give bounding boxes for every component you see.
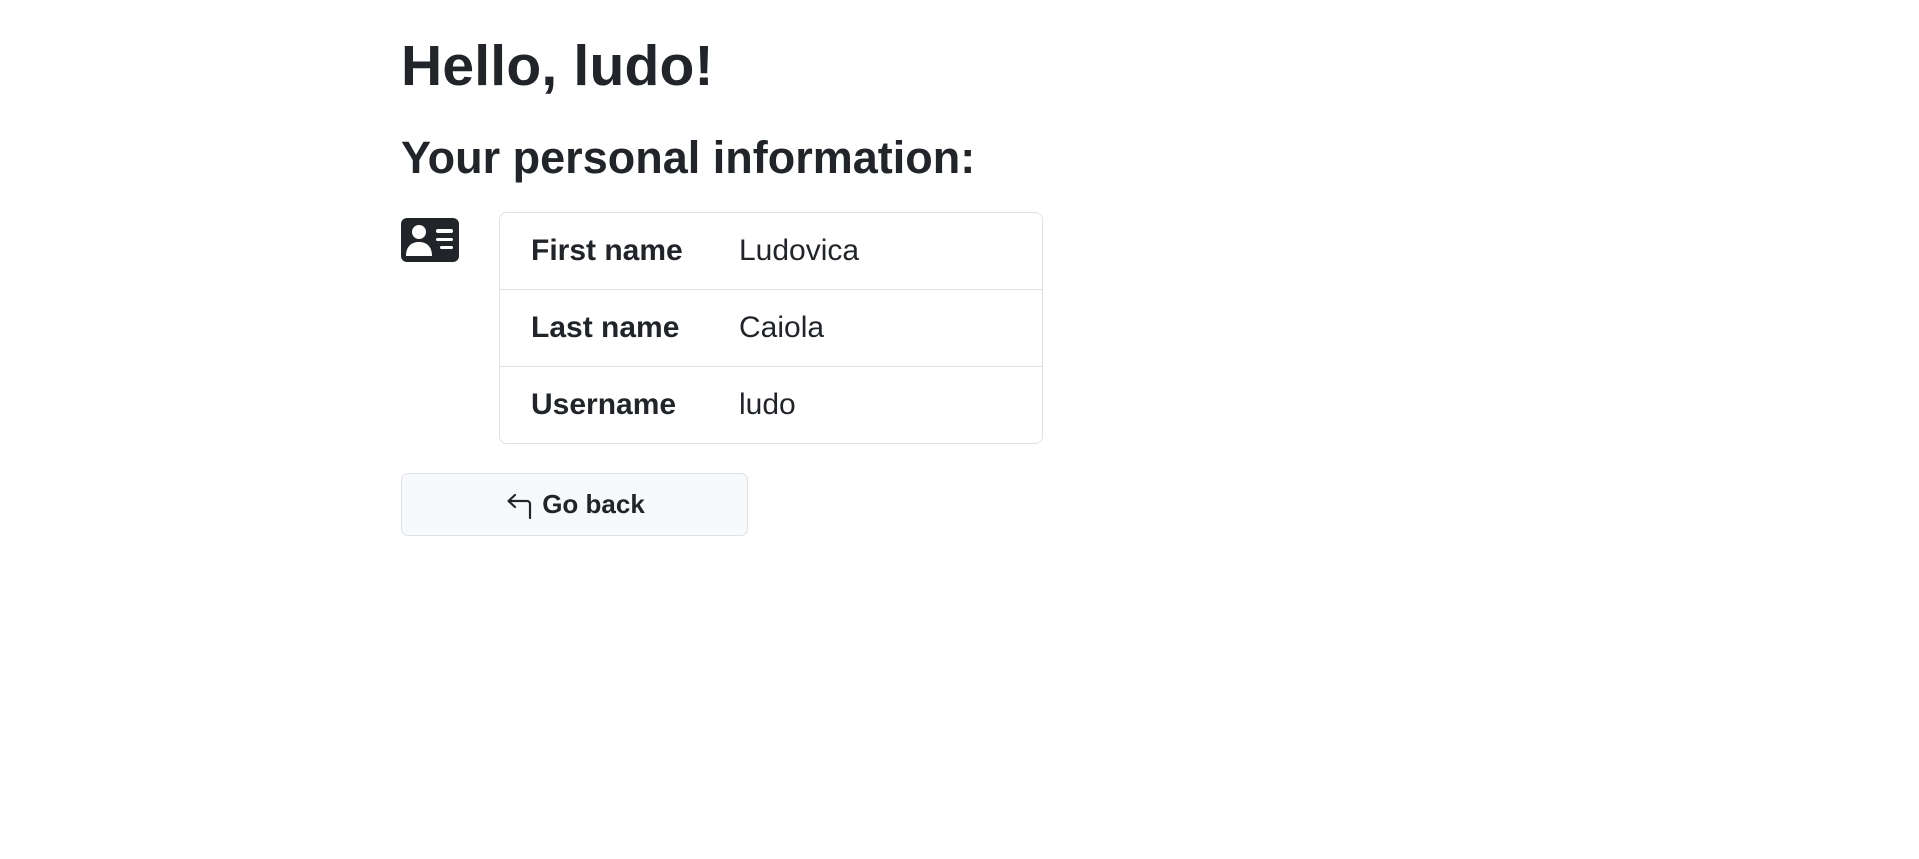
personal-info-heading: Your personal information: bbox=[401, 132, 976, 183]
first-name-value: Ludovica bbox=[739, 234, 860, 267]
info-row-first-name: First name Ludovica bbox=[500, 213, 1042, 290]
last-name-value: Caiola bbox=[739, 311, 825, 344]
person-vcard-icon bbox=[401, 218, 459, 262]
username-value: ludo bbox=[739, 388, 796, 421]
go-back-button[interactable]: Go back bbox=[401, 473, 748, 536]
go-back-label: Go back bbox=[542, 489, 645, 519]
last-name-label: Last name bbox=[531, 311, 680, 344]
personal-info-table: First name Ludovica Last name Caiola Use… bbox=[499, 212, 1043, 444]
info-row-last-name: Last name Caiola bbox=[500, 290, 1042, 367]
arrow-return-left-icon bbox=[504, 490, 534, 520]
info-row-username: Username ludo bbox=[500, 367, 1042, 443]
username-label: Username bbox=[531, 388, 677, 421]
first-name-label: First name bbox=[531, 234, 683, 267]
greeting-heading: Hello, ludo! bbox=[401, 34, 714, 98]
